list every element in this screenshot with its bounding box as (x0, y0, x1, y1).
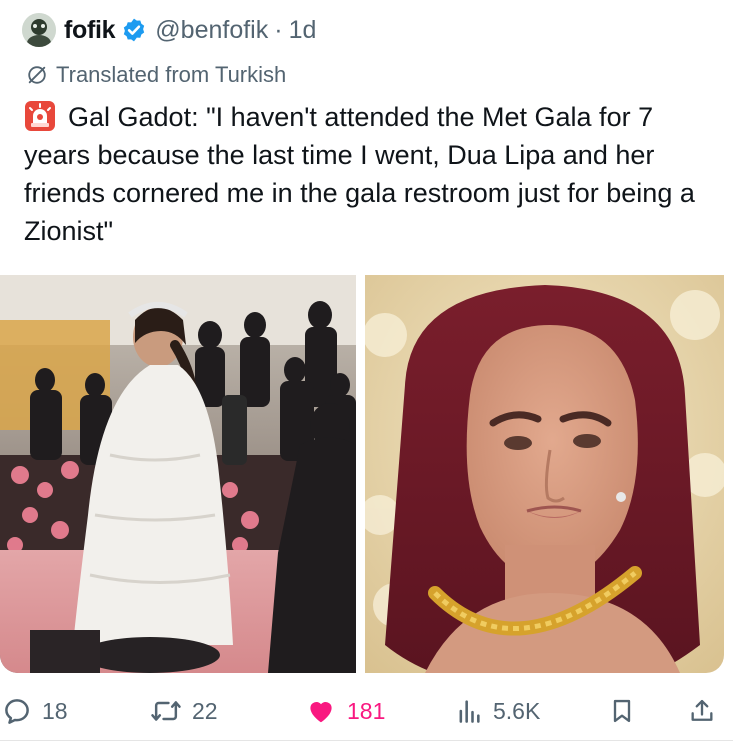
user-handle[interactable]: @benfofik (155, 16, 268, 45)
time-separator: · (274, 15, 283, 44)
repost-icon (151, 701, 181, 721)
media-photo-portrait[interactable] (365, 275, 724, 673)
globe-slash-icon (28, 66, 46, 84)
siren-emoji-icon (25, 101, 55, 131)
tweet-card[interactable]: fofik @benfofik · 1d Translated from Tur… (0, 0, 733, 745)
share-button[interactable] (688, 690, 726, 732)
avatar[interactable] (22, 13, 56, 47)
views-count: 5.6K (493, 697, 541, 724)
tweet-text: Gal Gadot: "I haven't attended the Met G… (24, 98, 714, 250)
reply-icon (5, 699, 29, 724)
tweet-media[interactable] (0, 275, 733, 673)
like-count: 181 (347, 697, 386, 724)
reply-count: 18 (42, 697, 68, 724)
views-button[interactable]: 5.6K (455, 690, 540, 732)
display-name[interactable]: fofik (64, 16, 116, 45)
reply-button[interactable]: 18 (2, 690, 68, 732)
bookmark-icon (613, 699, 631, 723)
like-button[interactable]: 181 (305, 690, 385, 732)
repost-count: 22 (192, 697, 218, 724)
share-icon (691, 699, 713, 721)
action-bar: 18 22 181 5.6K (0, 690, 733, 732)
heart-icon (310, 702, 332, 723)
tweet-body: Gal Gadot: "I haven't attended the Met G… (24, 102, 695, 246)
translated-label[interactable]: Translated from Turkish (26, 62, 286, 88)
views-icon (459, 700, 480, 723)
tweet-header: fofik @benfofik · 1d (22, 12, 316, 48)
bookmark-button[interactable] (608, 690, 646, 732)
media-photo-gala-gown[interactable] (0, 275, 356, 673)
verified-badge-icon (124, 18, 145, 42)
repost-button[interactable]: 22 (150, 690, 218, 732)
divider (0, 740, 733, 741)
translated-text: Translated from Turkish (56, 62, 287, 87)
tweet-time[interactable]: 1d (289, 16, 317, 45)
